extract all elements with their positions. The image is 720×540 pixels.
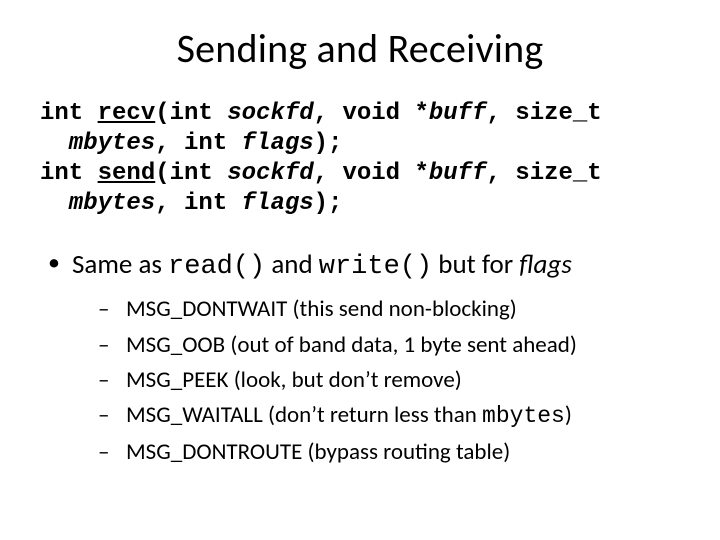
- recv-ret: int: [40, 100, 98, 127]
- send-sep1: , void *: [314, 160, 429, 187]
- flag-text: MSG_DONTROUTE (bypass routing table): [126, 438, 510, 466]
- flag-item: MSG_DONTROUTE (bypass routing table): [98, 436, 680, 469]
- flag-text: MSG_PEEK (look, but don’t remove): [126, 366, 462, 394]
- recv-open: (int: [155, 100, 227, 127]
- send-open: (int: [155, 160, 227, 187]
- main-bullet-list: Same as read() and write() but for flags…: [44, 247, 680, 469]
- flag-item: MSG_PEEK (look, but don’t remove): [98, 364, 680, 397]
- send-p4: flags: [242, 190, 314, 217]
- send-ret: int: [40, 160, 98, 187]
- flag-item: MSG_DONTWAIT (this send non-blocking): [98, 293, 680, 326]
- recv-sep2: , size_t: [486, 100, 601, 127]
- main-bullet: Same as read() and write() but for flags…: [44, 247, 680, 469]
- recv-p3: mbytes: [69, 130, 155, 157]
- flag-text: MSG_DONTWAIT (this send non-blocking): [126, 295, 517, 323]
- mb-c1: read(): [168, 252, 265, 282]
- recv-name: recv: [98, 100, 156, 127]
- flag-pre: MSG_WAITALL (don’t return less than: [126, 401, 482, 429]
- flags-sublist: MSG_DONTWAIT (this send non-blocking) MS…: [98, 293, 680, 469]
- mb-t2: and: [265, 248, 319, 281]
- flag-post: ): [565, 401, 572, 429]
- mb-t1: Same as: [72, 248, 168, 281]
- recv-sep3: , int: [155, 130, 241, 157]
- recv-p2: buff: [429, 100, 487, 127]
- flag-item: MSG_WAITALL (don’t return less than mbyt…: [98, 399, 680, 433]
- recv-close: );: [314, 130, 343, 157]
- send-close: );: [314, 190, 343, 217]
- send-p1: sockfd: [227, 160, 313, 187]
- send-signature-line2: mbytes, int flags);: [40, 189, 680, 219]
- recv-p1: sockfd: [227, 100, 313, 127]
- mb-t3: but for: [432, 248, 519, 281]
- send-sep2: , size_t: [486, 160, 601, 187]
- mb-flags: flags: [519, 248, 572, 281]
- recv-p4: flags: [242, 130, 314, 157]
- recv-sep1: , void *: [314, 100, 429, 127]
- recv-signature-line1: int recv(int sockfd, void *buff, size_t: [40, 99, 680, 129]
- mb-c2: write(): [319, 252, 432, 282]
- slide-title: Sending and Receiving: [40, 24, 680, 73]
- slide: Sending and Receiving int recv(int sockf…: [0, 0, 720, 540]
- flag-code: mbytes: [482, 403, 565, 429]
- function-signatures: int recv(int sockfd, void *buff, size_t …: [40, 99, 680, 219]
- flag-item: MSG_OOB (out of band data, 1 byte sent a…: [98, 329, 680, 362]
- send-sep3: , int: [155, 190, 241, 217]
- recv-signature-line2: mbytes, int flags);: [40, 129, 680, 159]
- send-signature-line1: int send(int sockfd, void *buff, size_t: [40, 159, 680, 189]
- send-p2: buff: [429, 160, 487, 187]
- send-p3: mbytes: [69, 190, 155, 217]
- send-name: send: [98, 160, 156, 187]
- flag-text: MSG_OOB (out of band data, 1 byte sent a…: [126, 331, 577, 359]
